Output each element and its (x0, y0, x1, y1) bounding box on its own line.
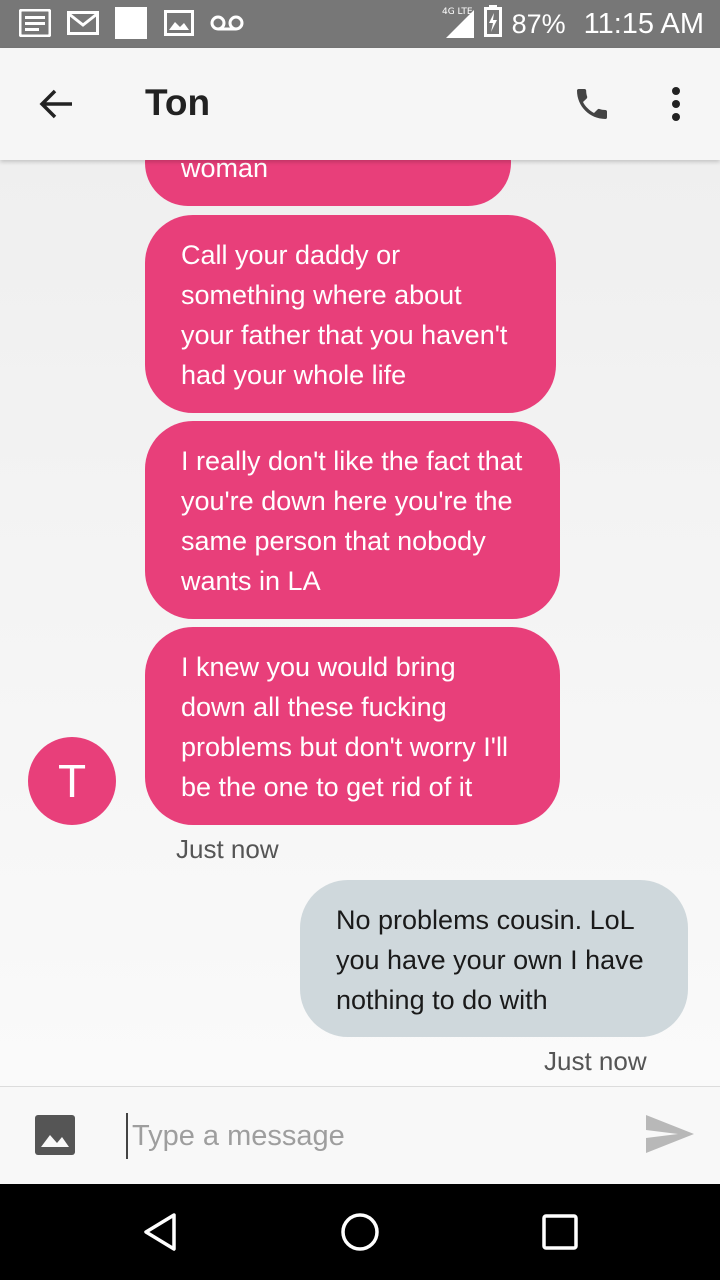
message-bubble-incoming[interactable]: Call your daddy or something where about… (145, 215, 556, 413)
conversation-list[interactable]: woman Call your daddy or something where… (0, 160, 720, 1086)
status-bar: 4G LTE 87% 11:15 AM (0, 0, 720, 48)
avatar-letter: T (57, 755, 87, 807)
arrow-back-icon (39, 89, 72, 119)
message-bubble-incoming[interactable]: I really don't like the fact that you're… (145, 421, 560, 619)
battery-percent: 87% (511, 8, 566, 39)
message-text: woman (181, 160, 269, 183)
triangle-back-icon (144, 1213, 176, 1251)
nav-recents-button[interactable] (534, 1206, 586, 1258)
call-button[interactable] (566, 78, 618, 130)
gmail-icon (66, 8, 100, 38)
nav-back-button[interactable] (134, 1206, 186, 1258)
network-label: 4G LTE (442, 7, 473, 17)
nav-home-button[interactable] (334, 1206, 386, 1258)
clock: 11:15 AM (583, 7, 704, 40)
voicemail-icon (210, 8, 244, 38)
message-input[interactable] (126, 1113, 606, 1159)
conversation-title: Ton (145, 82, 211, 123)
blank-square-icon (114, 7, 148, 39)
notes-icon (18, 8, 52, 38)
message-text: I really don't like the fact that you're… (181, 446, 523, 596)
phone-icon (577, 89, 607, 119)
circle-home-icon (341, 1213, 379, 1251)
signal-icon: 4G LTE (440, 4, 474, 45)
image-icon (162, 8, 196, 38)
navigation-bar (0, 1184, 720, 1280)
message-bubble-incoming[interactable]: woman (145, 160, 511, 206)
message-text: Call your daddy or something where about… (181, 240, 508, 390)
square-recents-icon (542, 1214, 578, 1250)
message-bubble-outgoing[interactable]: No problems cousin. LoL you have your ow… (300, 880, 688, 1037)
message-bubble-incoming[interactable]: I knew you would bring down all these fu… (145, 627, 560, 825)
attach-image-button[interactable] (33, 1113, 79, 1159)
message-timestamp: Just now (176, 834, 279, 864)
back-button[interactable] (30, 78, 82, 130)
more-options-button[interactable] (655, 78, 697, 130)
more-vert-icon (672, 87, 680, 121)
battery-icon (483, 4, 502, 44)
compose-bar (0, 1086, 720, 1184)
image-icon (35, 1115, 75, 1155)
message-timestamp: Just now (544, 1046, 647, 1076)
message-text: No problems cousin. LoL you have your ow… (336, 905, 644, 1015)
app-bar: Ton (0, 48, 720, 160)
contact-avatar[interactable]: T (28, 737, 116, 825)
message-text: I knew you would bring down all these fu… (181, 652, 508, 802)
send-button[interactable] (644, 1113, 698, 1159)
send-icon (646, 1115, 694, 1153)
